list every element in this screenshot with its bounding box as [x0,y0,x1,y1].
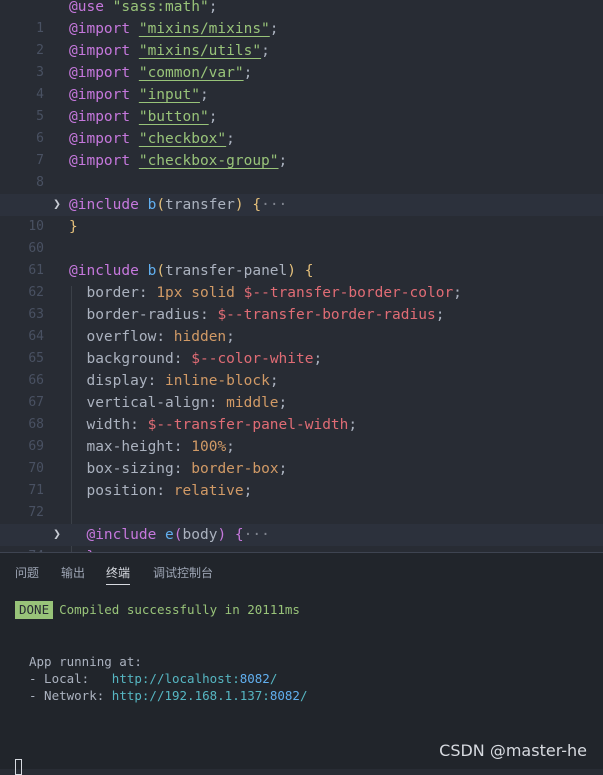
code-line[interactable]: 66 background: $--color-white; [0,348,603,388]
code-line[interactable]: 61 [0,238,603,278]
code-line[interactable]: 70 max-height: 100%; [0,436,603,476]
code-line[interactable]: 60 } [0,216,603,256]
code-line[interactable]: 2 @import "mixins/mixins"; [0,18,603,58]
code-text: @include e(body) {··· [86,527,270,543]
code-line[interactable]: 8 @import "checkbox-group"; [0,150,603,190]
code-line[interactable]: 72 position: relative; [0,480,603,520]
tab-problems[interactable]: 问题 [15,564,39,584]
network-url-link[interactable]: http://192.168.1.137:8082/ [112,688,308,703]
folded-ellipsis: ··· [261,197,288,213]
code-text: @import "mixins/utils"; [69,43,270,59]
code-text: box-sizing: border-box; [86,461,288,477]
folded-ellipsis: ··· [243,527,270,543]
code-text: max-height: 100%; [86,439,235,455]
code-text: border-radius: $--transfer-border-radius… [86,307,445,323]
code-line[interactable]: 3 @import "mixins/utils"; [0,40,603,80]
code-line[interactable]: 7 @import "checkbox"; [0,128,603,168]
code-text: @import "button"; [69,109,218,125]
bottom-panel: 问题 输出 终端 调试控制台 DONE Compiled successfully… [0,552,603,775]
code-text: @include b(transfer) {··· [69,197,288,213]
code-line[interactable]: 5 @import "input"; [0,84,603,124]
tab-output[interactable]: 输出 [61,564,85,584]
code-text: border: 1px solid $--transfer-border-col… [86,285,462,301]
code-text: overflow: hidden; [86,329,235,345]
fold-chevron-icon[interactable]: ❯ [51,194,63,216]
code-line-folded[interactable]: 10 ❯ @include b(transfer) {··· [0,194,603,234]
panel-tabs: 问题 输出 终端 调试控制台 [0,553,603,587]
code-text: @use "sass:math"; [69,0,218,15]
watermark: CSDN @master-he [439,741,587,760]
local-url-link[interactable]: http://localhost:8082/ [112,671,278,686]
fold-chevron-icon[interactable]: ❯ [51,524,63,546]
code-text: @import "checkbox"; [69,131,235,147]
code-text: @import "mixins/mixins"; [69,21,279,37]
code-text: background: $--color-white; [86,351,323,367]
code-line[interactable]: 67 display: inline-block; [0,370,603,410]
code-line[interactable]: 1 @use "sass:math"; [0,0,603,36]
code-text: } [69,219,78,235]
code-text: @include b(transfer-panel) { [69,263,314,279]
code-line[interactable]: 71 box-sizing: border-box; [0,458,603,498]
code-line[interactable]: 73 [0,502,603,542]
compiled-message: Compiled successfully in 20111ms [59,602,300,617]
code-line[interactable]: 6 @import "button"; [0,106,603,146]
code-line[interactable]: 62 @include b(transfer-panel) { [0,260,603,300]
code-text: @import "common/var"; [69,65,253,81]
done-badge: DONE [15,601,54,619]
code-line[interactable]: 64 border-radius: $--transfer-border-rad… [0,304,603,344]
code-text: display: inline-block; [86,373,279,389]
code-line[interactable]: 68 vertical-align: middle; [0,392,603,432]
terminal-line-app-running: App running at: [29,654,142,669]
code-text: @import "checkbox-group"; [69,153,288,169]
terminal-line-network: - Network: http://192.168.1.137:8082/ [29,688,308,703]
code-text: width: $--transfer-panel-width; [86,417,358,433]
code-line[interactable]: 4 @import "common/var"; [0,62,603,102]
tab-terminal[interactable]: 终端 [106,564,131,585]
tab-debug-console[interactable]: 调试控制台 [153,564,213,584]
code-text: @import "input"; [69,87,209,103]
code-editor[interactable]: 1 @use "sass:math"; 2 @import "mixins/mi… [0,0,603,552]
code-line[interactable]: 63 border: 1px solid $--transfer-border-… [0,282,603,322]
terminal-line-local: - Local: http://localhost:8082/ [29,671,278,686]
code-line-folded[interactable]: 74 ❯ @include e(body) {··· [0,524,603,552]
terminal-cursor [15,759,22,775]
code-line[interactable]: 65 overflow: hidden; [0,326,603,366]
terminal-line-compiled: DONE Compiled successfully in 20111ms [15,601,300,619]
code-text: vertical-align: middle; [86,395,288,411]
code-line[interactable]: 9 [0,172,603,212]
code-text: position: relative; [86,483,253,499]
code-line[interactable]: 69 width: $--transfer-panel-width; [0,414,603,454]
